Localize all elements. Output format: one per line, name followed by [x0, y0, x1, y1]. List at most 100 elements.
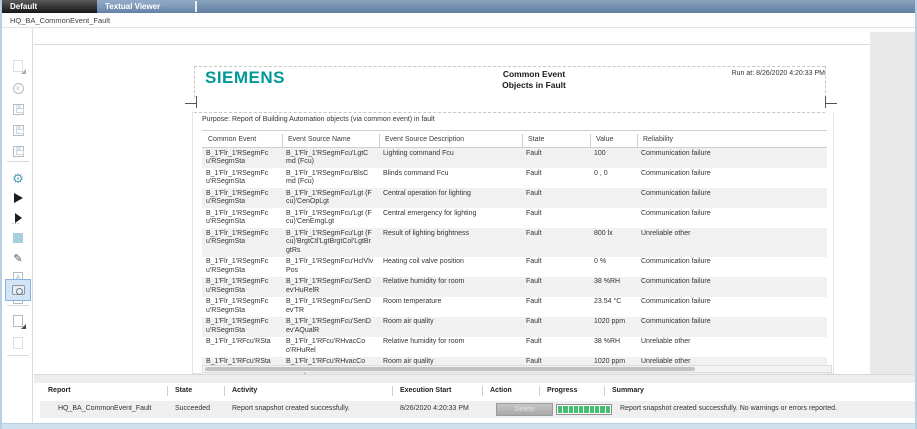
- progress-segment: [563, 406, 567, 413]
- cell-common-event: B_1'Flr_1'RSegmFcu'RSegmSta: [202, 257, 282, 277]
- cell-state: Fault: [522, 228, 590, 257]
- progress-segment: [590, 406, 594, 413]
- status-col-execution-start: Execution Start: [400, 387, 451, 394]
- execution-status-panel: Report State Activity Execution Start Ac…: [34, 383, 917, 423]
- save-all-icon[interactable]: [8, 141, 28, 161]
- cell-value: 23.54 °C: [590, 297, 637, 317]
- cell-description: Room temperature: [379, 297, 522, 317]
- cell-reliability: Unreliable other: [637, 337, 827, 357]
- application-window: Default Textual Viewer HQ_BA_CommonEvent…: [0, 0, 917, 429]
- cell-source-name: B_1'Flr_1'RSegmFcu'Lgt (Fcu)'CenOpLgt: [282, 188, 379, 208]
- report-title-line1: Common Event: [414, 69, 654, 80]
- tab-default[interactable]: Default: [2, 0, 97, 13]
- run-options-icon[interactable]: ...: [8, 208, 28, 228]
- cell-value: 38 %RH: [590, 337, 637, 357]
- edit-pen-icon[interactable]: ✎: [8, 248, 28, 268]
- save-icon[interactable]: [8, 99, 28, 119]
- status-col-action: Action: [490, 387, 512, 394]
- cell-reliability: Communication failure: [637, 277, 827, 297]
- execution-state: Succeeded: [175, 405, 210, 412]
- cell-value: 0 , 0: [590, 168, 637, 188]
- cell-description: Central emergency for lighting: [379, 208, 522, 228]
- cell-reliability: Communication failure: [637, 168, 827, 188]
- progress-segment: [584, 406, 588, 413]
- export-report-icon[interactable]: [8, 311, 28, 331]
- new-report-icon[interactable]: [8, 56, 28, 76]
- cell-state: Fault: [522, 148, 590, 168]
- report-title-line2: Objects in Fault: [414, 80, 654, 91]
- cell-state: Fault: [522, 208, 590, 228]
- tab-separator: [195, 1, 197, 12]
- col-value: Value: [590, 136, 637, 143]
- pane-scroll-strip[interactable]: [34, 374, 917, 383]
- report-table: Common Event Event Source Name Event Sou…: [202, 130, 827, 397]
- status-separator: [539, 386, 540, 396]
- status-col-report: Report: [48, 387, 71, 394]
- cell-common-event: B_1'Flr_1'RSegmFcu'RSegmSta: [202, 188, 282, 208]
- tab-bar: Default Textual Viewer: [2, 0, 917, 13]
- progress-bar: [556, 404, 612, 415]
- progress-segment: [595, 406, 599, 413]
- table-row: B_1'Flr_1'RSegmFcu'RSegmStaB_1'Flr_1'RSe…: [202, 277, 827, 297]
- toolbar-divider: [7, 161, 29, 162]
- toolbar-divider: [7, 305, 29, 306]
- cell-reliability: Communication failure: [637, 297, 827, 317]
- col-state: State: [522, 136, 590, 143]
- cell-description: Lighting command Fcu: [379, 148, 522, 168]
- table-horizontal-scrollbar[interactable]: [202, 365, 832, 373]
- cell-source-name: B_1'Flr_1'RSegmFcu'Lgt (Fcu)'BrgtCtl'Lgt…: [282, 228, 379, 257]
- cell-state: Fault: [522, 257, 590, 277]
- status-separator: [167, 386, 168, 396]
- siemens-logo: SIEMENS: [205, 68, 285, 88]
- cell-common-event: B_1'Flr_1'RSegmFcu'RSegmSta: [202, 148, 282, 168]
- status-col-summary: Summary: [612, 387, 644, 394]
- cell-source-name: B_1'Flr_1'RSegmFcu'Lgt (Fcu)'CenEmgLgt: [282, 208, 379, 228]
- cell-state: Fault: [522, 317, 590, 337]
- cell-source-name: B_1'Flr_1'RSegmFcu'SenDev'TR: [282, 297, 379, 317]
- report-table-body: B_1'Flr_1'RSegmFcu'RSegmStaB_1'Flr_1'RSe…: [202, 148, 827, 397]
- snapshot-camera-icon[interactable]: [8, 280, 28, 300]
- cell-description: Heating coil valve position: [379, 257, 522, 277]
- cancel-icon[interactable]: ×: [8, 78, 28, 98]
- import-report-icon[interactable]: [8, 333, 28, 353]
- cell-source-name: B_1'Flr_1'RSegmFcu'SenDev'HuRelR: [282, 277, 379, 297]
- window-bottom-edge: [2, 423, 917, 429]
- settings-gear-icon[interactable]: ⚙: [8, 168, 28, 188]
- col-event-source-description: Event Source Description: [379, 136, 522, 143]
- scrollbar-thumb[interactable]: [205, 367, 695, 371]
- crop-mark: [196, 96, 197, 108]
- cell-reliability: Unreliable other: [637, 228, 827, 257]
- breadcrumb[interactable]: HQ_BA_CommonEvent_Fault: [10, 16, 110, 25]
- toolbar-divider: [7, 355, 29, 356]
- cell-state: Fault: [522, 297, 590, 317]
- cell-value: [590, 208, 637, 228]
- cell-source-name: B_1'Flr_1'RSegmFcu'LgtCmd (Fcu): [282, 148, 379, 168]
- cell-source-name: B_1'Flr_1'RSegmFcu'BlsCmd (Fcu): [282, 168, 379, 188]
- status-separator: [482, 386, 483, 396]
- tab-textual-viewer[interactable]: Textual Viewer: [97, 0, 195, 13]
- execution-row[interactable]: HQ_BA_CommonEvent_Fault Succeeded Report…: [40, 401, 917, 418]
- delete-button[interactable]: Delete: [496, 403, 553, 416]
- stop-icon[interactable]: [8, 228, 28, 248]
- cell-common-event: B_1'Flr_1'RSegmFcu'RSegmSta: [202, 297, 282, 317]
- cell-source-name: B_1'Flr_1'RSegmFcu'SenDev'AQualR: [282, 317, 379, 337]
- cell-source-name: B_1'Flr_1'RSegmFcu'HclVlvPos: [282, 257, 379, 277]
- execution-activity: Report snapshot created successfully.: [232, 405, 350, 412]
- save-as-icon[interactable]: [8, 120, 28, 140]
- margin-guide: [194, 66, 825, 67]
- table-row: B_1'Flr_1'RSegmFcu'RSegmStaB_1'Flr_1'RSe…: [202, 257, 827, 277]
- report-toolbar: × ⚙ ... ✎ A X: [2, 28, 33, 423]
- execution-report-name: HQ_BA_CommonEvent_Fault: [58, 405, 151, 412]
- cell-common-event: B_1'Flr_1'RSegmFcu'RSegmSta: [202, 168, 282, 188]
- table-row: B_1'Flr_1'RFcu'RStaB_1'Flr_1'RFcu'RHvacC…: [202, 337, 827, 357]
- cell-state: Fault: [522, 168, 590, 188]
- crop-mark: [185, 103, 197, 104]
- status-separator: [604, 386, 605, 396]
- cell-description: Relative humidity for room: [379, 337, 522, 357]
- status-col-progress: Progress: [547, 387, 577, 394]
- progress-segment: [558, 406, 562, 413]
- progress-segment: [569, 406, 573, 413]
- cell-description: Relative humidity for room: [379, 277, 522, 297]
- run-icon[interactable]: [8, 188, 28, 208]
- cell-state: Fault: [522, 337, 590, 357]
